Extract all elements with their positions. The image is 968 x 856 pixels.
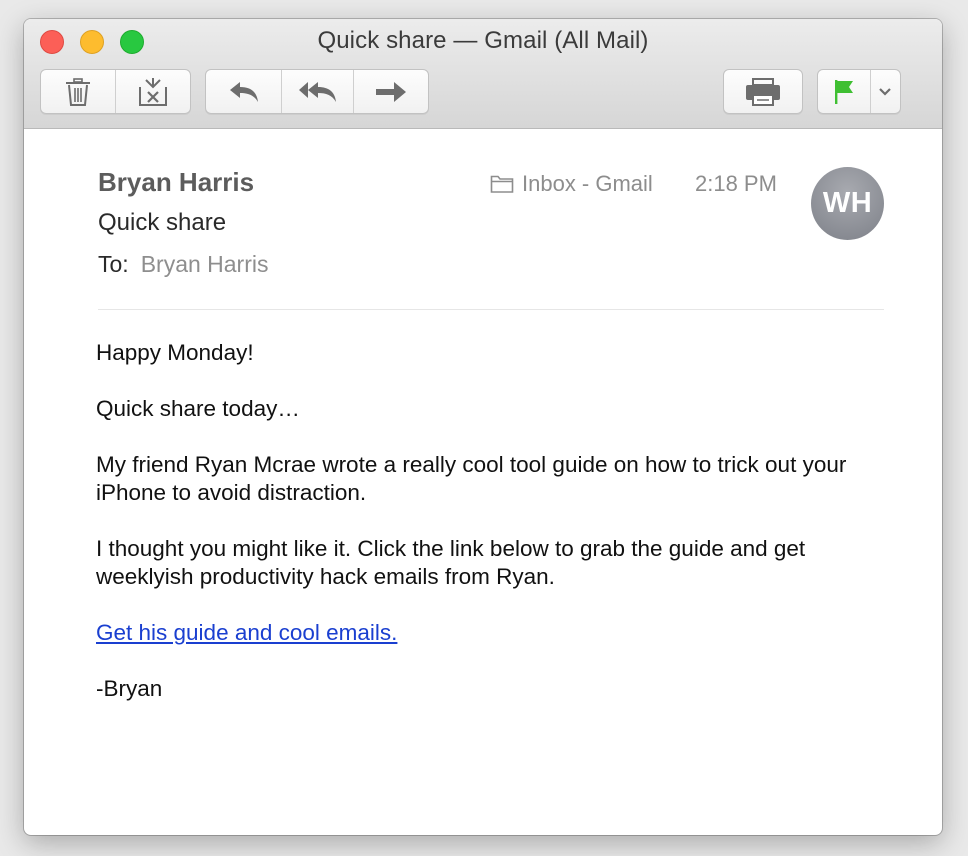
forward-icon [376,81,406,102]
flag-group [817,69,901,114]
window-title: Quick share — Gmail (All Mail) [317,27,649,54]
print-group [723,69,803,114]
junk-icon [139,77,167,106]
flag-button[interactable] [818,70,871,113]
body-line: Quick share today… [96,396,300,421]
chevron-down-icon [879,87,892,96]
recipient-row: To: Bryan Harris [98,251,269,278]
sender-name[interactable]: Bryan Harris [98,167,254,198]
delete-button[interactable] [41,70,116,113]
message-body: Happy Monday! Quick share today… My frie… [96,339,896,731]
reply-button[interactable] [206,70,282,113]
folder-icon [490,175,514,193]
flag-icon [834,79,853,104]
guide-link[interactable]: Get his guide and cool emails. [96,620,397,645]
forward-button[interactable] [354,70,428,113]
to-label: To: [98,251,129,277]
body-paragraph: My friend Ryan Mcrae wrote a really cool… [96,452,847,505]
reply-icon [229,81,258,102]
print-button[interactable] [724,70,802,113]
greeting: Happy Monday! [96,340,254,365]
trash-icon [66,77,90,106]
signature: -Bryan [96,676,163,701]
print-icon [746,77,780,106]
avatar: WH [811,167,884,240]
header-divider [98,309,884,310]
message-subject: Quick share [98,209,227,236]
link-paragraph: Get his guide and cool emails. [96,619,896,647]
avatar-initials: WH [822,187,873,219]
junk-button[interactable] [116,70,190,113]
reply-all-icon [298,81,336,102]
recipient-name[interactable]: Bryan Harris [141,251,269,277]
reply-all-button[interactable] [282,70,354,113]
flag-menu-button[interactable] [871,70,900,113]
body-paragraph: I thought you might like it. Click the l… [96,536,806,589]
message-time: 2:18 PM [695,171,777,196]
delete-junk-group [40,69,191,114]
mailbox-location: Inbox - Gmail [490,171,653,197]
reply-forward-group [205,69,429,114]
mail-window: Quick share — Gmail (All Mail) Bryan Har… [24,19,942,835]
mailbox-label: Inbox - Gmail [522,171,653,196]
title-bar: Quick share — Gmail (All Mail) [24,19,942,129]
